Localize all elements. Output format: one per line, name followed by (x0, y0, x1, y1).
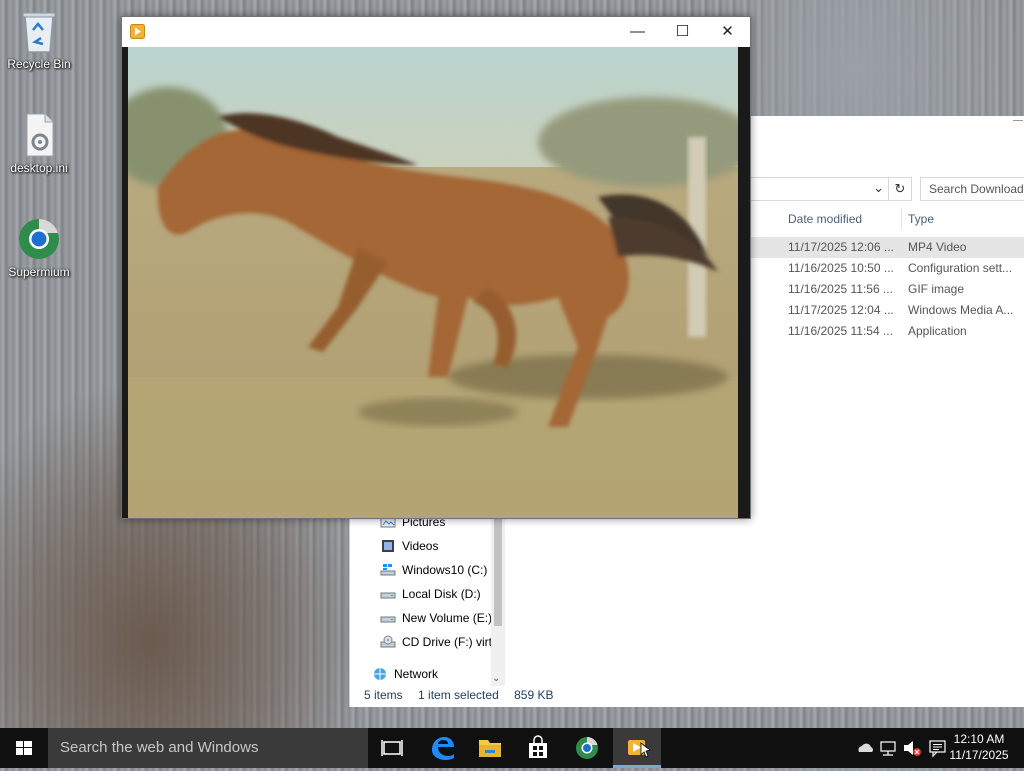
explorer-minimize-button[interactable] (1013, 120, 1023, 121)
close-button[interactable]: ✕ (705, 17, 750, 46)
scroll-down-icon[interactable]: ⌄ (492, 673, 500, 684)
status-bar: 5 items 1 item selected 859 KB (364, 688, 565, 702)
drive-icon (380, 592, 396, 599)
nav-item-label: Windows10 (C:) (402, 563, 488, 577)
system-tray (850, 728, 950, 768)
refresh-button[interactable]: ↻ (888, 177, 912, 201)
nav-item-videos[interactable]: Videos (380, 535, 438, 557)
file-type: GIF image (908, 282, 965, 296)
file-type: Application (908, 324, 967, 338)
search-downloads-input[interactable]: Search Downloads (920, 177, 1024, 201)
supermium-browser-icon (19, 219, 59, 259)
file-date: 11/16/2025 11:54 ... (788, 324, 893, 338)
file-explorer-icon (479, 740, 501, 757)
file-row[interactable]: 11/16/2025 11:54 ... Application (750, 321, 1024, 342)
desktop-icon-label: Recycle Bin (7, 57, 71, 71)
clock-time: 12:10 AM (953, 732, 1005, 746)
address-bar[interactable]: ⌄ (750, 177, 889, 201)
maximize-button[interactable]: ☐ (660, 17, 705, 46)
video-area[interactable] (122, 47, 750, 518)
windows-logo-icon (16, 741, 32, 755)
desktop-icon-recycle-bin[interactable]: Recycle Bin (1, 8, 77, 71)
file-type: MP4 Video (908, 240, 967, 254)
store-button[interactable] (514, 728, 562, 768)
media-player-window[interactable]: — ☐ ✕ (121, 16, 751, 519)
start-button[interactable] (0, 728, 48, 768)
nav-item-label: Local Disk (D:) (402, 587, 481, 601)
drive-icon (380, 616, 396, 623)
taskbar-search-box[interactable]: Search the web and Windows (48, 728, 368, 768)
nav-item-windows10-c[interactable]: Windows10 (C:) (380, 559, 487, 581)
recycle-bin-icon (22, 12, 56, 53)
file-date: 11/16/2025 10:50 ... (788, 261, 894, 275)
status-selected-size: 859 KB (514, 688, 554, 702)
task-view-icon (381, 740, 403, 756)
taskbar-clock[interactable]: 12:10 AM 11/17/2025 (944, 731, 1014, 763)
nav-item-label: New Volume (E:) (402, 611, 493, 625)
nav-item-label: CD Drive (F:) virt (402, 635, 492, 649)
taskbar: Search the web and Windows 12:10 AM 11/1… (0, 728, 1024, 768)
nav-item-label: Network (394, 667, 439, 681)
desktop-icon-supermium[interactable]: Supermium (1, 216, 77, 279)
desktop-icon-label: Supermium (8, 265, 70, 279)
chevron-down-icon[interactable]: ⌄ (873, 180, 884, 196)
media-player-button[interactable] (613, 728, 661, 768)
nav-item-network[interactable]: Network (372, 663, 438, 685)
supermium-icon (576, 737, 598, 759)
minimize-button[interactable]: — (615, 17, 660, 46)
network-icon[interactable] (878, 728, 898, 768)
status-selected-count: 1 item selected (418, 688, 499, 702)
media-player-icon (130, 24, 145, 39)
network-icon (374, 667, 386, 680)
file-type: Windows Media A... (908, 303, 1014, 317)
store-icon (529, 735, 547, 758)
clock-date: 11/17/2025 (949, 748, 1009, 762)
videos-folder-icon (382, 539, 394, 552)
edge-icon (432, 737, 454, 760)
file-row[interactable]: 11/17/2025 12:06 ... MP4 Video (750, 237, 1024, 258)
nav-item-local-disk-d[interactable]: Local Disk (D:) (380, 583, 481, 605)
horse-video-frame (128, 47, 738, 518)
player-title-bar[interactable]: — ☐ ✕ (122, 17, 750, 46)
file-explorer-button[interactable] (466, 728, 514, 768)
file-date: 11/16/2025 11:56 ... (788, 282, 893, 296)
column-header-date-modified[interactable]: Date modified (781, 208, 902, 230)
status-item-count: 5 items (364, 688, 403, 702)
refresh-icon: ↻ (894, 181, 906, 196)
column-header-type[interactable]: Type (901, 208, 1024, 230)
desktop-icon-label: desktop.ini (10, 161, 68, 175)
task-view-button[interactable] (368, 728, 416, 768)
file-row[interactable]: 11/17/2025 12:04 ... Windows Media A... (750, 300, 1024, 321)
nav-item-cd-drive-f[interactable]: CD Drive (F:) virt (380, 631, 492, 653)
supermium-button[interactable] (563, 728, 611, 768)
nav-item-label: Videos (402, 539, 439, 553)
edge-button[interactable] (418, 728, 466, 768)
cd-drive-icon (380, 635, 396, 648)
file-date: 11/17/2025 12:04 ... (788, 303, 894, 317)
windows-drive-icon (380, 563, 396, 576)
volume-muted-icon[interactable] (902, 728, 922, 768)
settings-file-icon (26, 113, 54, 157)
onedrive-icon[interactable] (856, 728, 876, 768)
file-date: 11/17/2025 12:06 ... (788, 240, 894, 254)
media-player-icon (628, 740, 651, 758)
desktop-icon-desktop-ini[interactable]: desktop.ini (1, 112, 77, 175)
file-row[interactable]: 11/16/2025 11:56 ... GIF image (750, 279, 1024, 300)
file-type: Configuration sett... (908, 261, 1013, 275)
nav-item-new-volume-e[interactable]: New Volume (E:) (380, 607, 492, 629)
file-row[interactable]: 11/16/2025 10:50 ... Configuration sett.… (750, 258, 1024, 279)
